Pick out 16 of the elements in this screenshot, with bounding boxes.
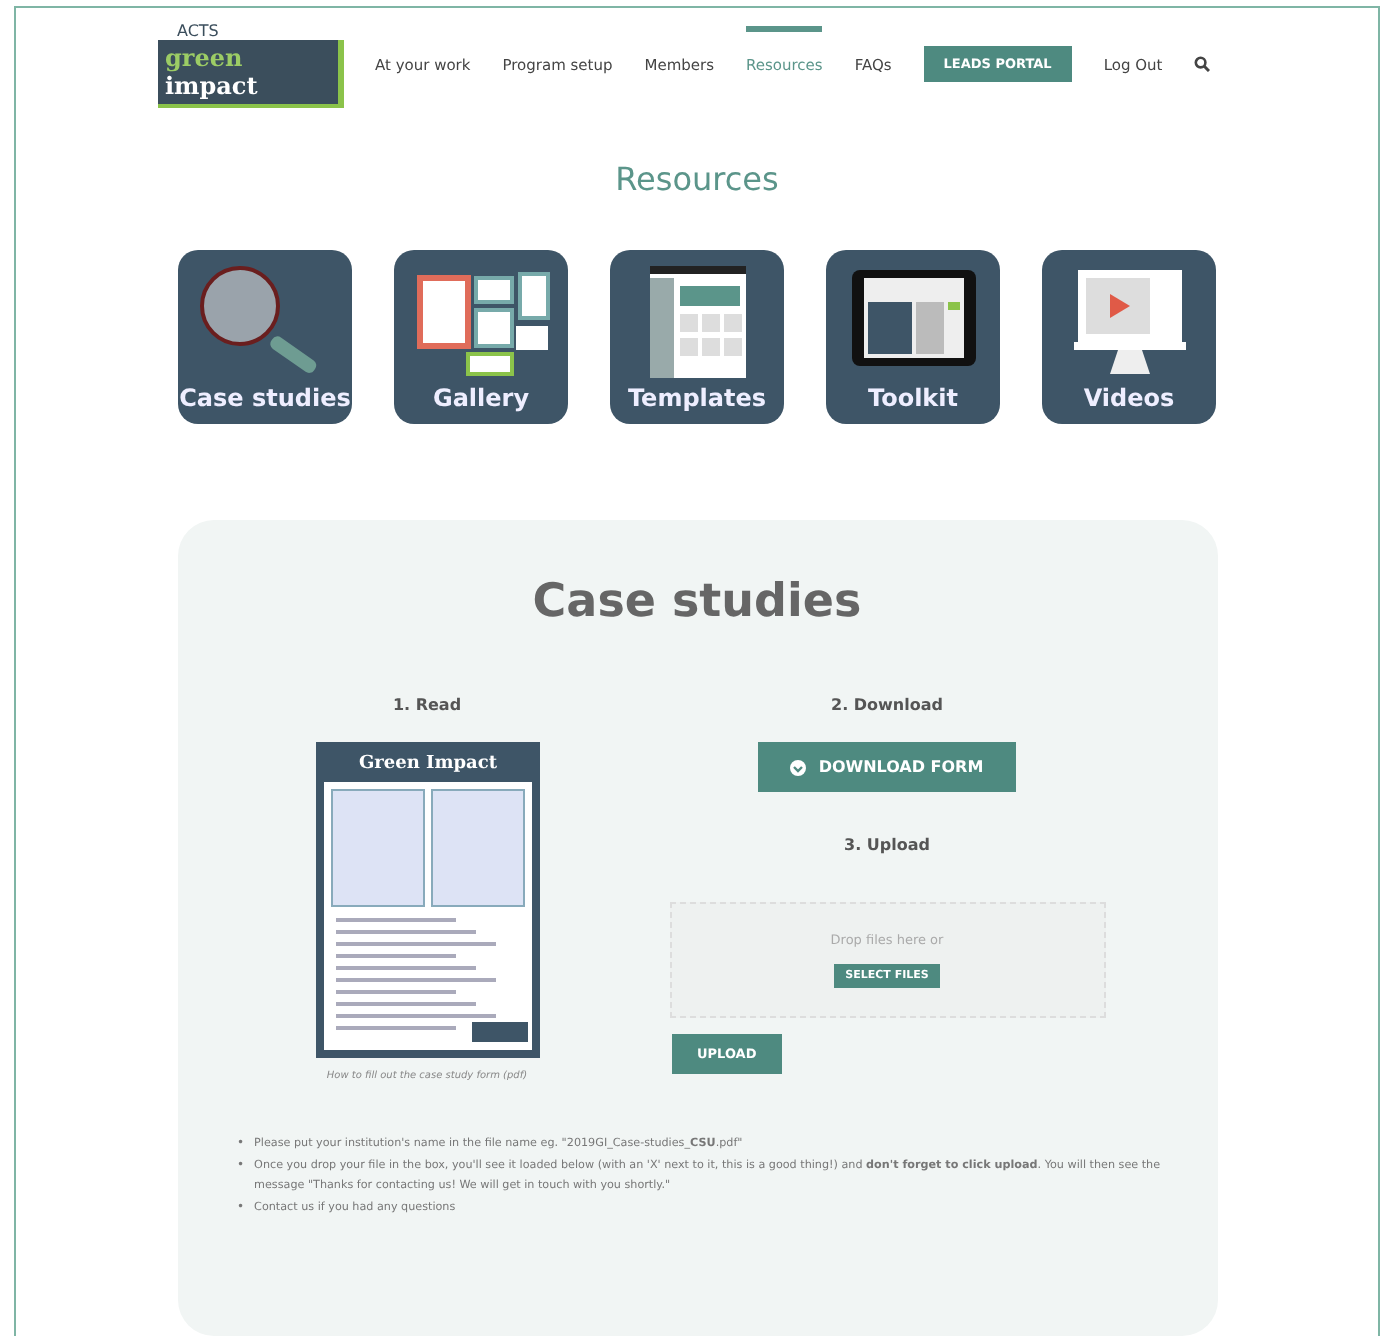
logo-caption: ACTS [175,21,221,39]
resource-tile[interactable]: Videos [1042,250,1216,424]
step-heading: 3. Upload [844,836,930,854]
download-button[interactable]: DOWNLOAD FORM [758,742,1016,792]
step-heading: 1. Read [392,696,462,714]
panel-title: Case studies [532,576,862,628]
resource-tile[interactable]: Case studies [178,250,352,424]
logo[interactable]: green impact [157,39,343,107]
resource-tile[interactable]: Templates [610,250,784,424]
resource-tile[interactable]: Toolkit [826,250,1000,424]
chevron-down-icon [790,759,807,775]
search-icon[interactable] [1194,56,1211,72]
resource-tile[interactable]: Gallery [394,250,568,424]
step-heading: 2. Download [831,696,943,714]
document-preview[interactable]: Green Impact [315,742,539,1058]
page-title: Resources [615,160,779,198]
